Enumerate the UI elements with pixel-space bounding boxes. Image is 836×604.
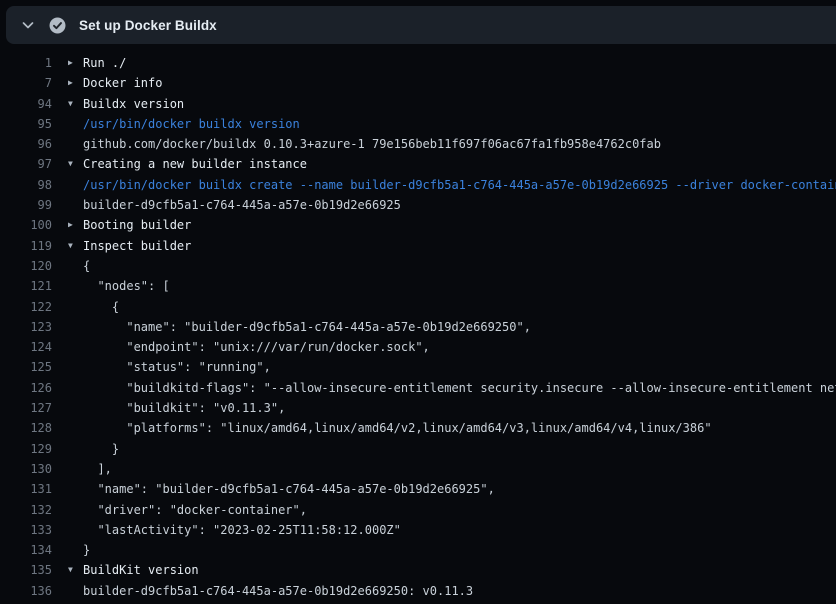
log-line: 130 ], [0, 459, 836, 479]
line-number[interactable]: 123 [0, 317, 52, 337]
line-number[interactable]: 122 [0, 297, 52, 317]
log-line: 125 "status": "running", [0, 357, 836, 377]
log-group-header[interactable]: 135 ▼ BuildKit version [0, 560, 836, 580]
log-line: 126 "buildkitd-flags": "--allow-insecure… [0, 378, 836, 398]
log-line-text: "lastActivity": "2023-02-25T11:58:12.000… [68, 520, 401, 540]
line-number[interactable]: 125 [0, 357, 52, 377]
log-line: 136 builder-d9cfb5a1-c764-445a-a57e-0b19… [0, 581, 836, 601]
log-line: 99 builder-d9cfb5a1-c764-445a-a57e-0b19d… [0, 195, 836, 215]
log-line-text: } [68, 439, 119, 459]
log-group-header[interactable]: 94 ▼ Buildx version [0, 94, 836, 114]
log-line-text: "driver": "docker-container", [68, 500, 307, 520]
line-number[interactable]: 130 [0, 459, 52, 479]
log-line: 129 } [0, 439, 836, 459]
log-line: 127 "buildkit": "v0.11.3", [0, 398, 836, 418]
log-line-text: Run ./ [83, 53, 126, 73]
log-line-text: { [68, 297, 119, 317]
log-line-text: /usr/bin/docker buildx version [68, 114, 300, 134]
line-number[interactable]: 133 [0, 520, 52, 540]
log-group-header[interactable]: 119 ▼ Inspect builder [0, 236, 836, 256]
line-number[interactable]: 128 [0, 418, 52, 438]
line-number[interactable]: 134 [0, 540, 52, 560]
line-number[interactable]: 96 [0, 134, 52, 154]
chevron-down-icon[interactable]: ▼ [68, 154, 83, 174]
chevron-down-icon[interactable]: ▼ [68, 236, 83, 256]
log-line-text: "buildkit": "v0.11.3", [68, 398, 285, 418]
log-line-text: "nodes": [ [68, 276, 170, 296]
log-line-text: github.com/docker/buildx 0.10.3+azure-1 … [68, 134, 661, 154]
line-number[interactable]: 94 [0, 94, 52, 114]
log-line-text: Creating a new builder instance [83, 154, 307, 174]
log-line-text: Inspect builder [83, 236, 191, 256]
log-line: 95 /usr/bin/docker buildx version [0, 114, 836, 134]
line-number[interactable]: 97 [0, 154, 52, 174]
chevron-right-icon[interactable]: ▶ [68, 73, 83, 93]
line-number[interactable]: 120 [0, 256, 52, 276]
check-circle-icon [49, 17, 66, 34]
log-line-text: Docker info [83, 73, 162, 93]
line-number[interactable]: 98 [0, 175, 52, 195]
log-line-text: "status": "running", [68, 357, 271, 377]
line-number[interactable]: 121 [0, 276, 52, 296]
line-number[interactable]: 124 [0, 337, 52, 357]
chevron-down-icon[interactable]: ▼ [68, 560, 83, 580]
log-line: 133 "lastActivity": "2023-02-25T11:58:12… [0, 520, 836, 540]
log-line-text: ], [68, 459, 112, 479]
line-number[interactable]: 95 [0, 114, 52, 134]
line-number[interactable]: 129 [0, 439, 52, 459]
log-line-text: "buildkitd-flags": "--allow-insecure-ent… [68, 378, 836, 398]
log-line-text: /usr/bin/docker buildx create --name bui… [68, 175, 836, 195]
chevron-right-icon[interactable]: ▶ [68, 53, 83, 73]
log-line: 128 "platforms": "linux/amd64,linux/amd6… [0, 418, 836, 438]
log-line: 123 "name": "builder-d9cfb5a1-c764-445a-… [0, 317, 836, 337]
line-number[interactable]: 127 [0, 398, 52, 418]
log-line: 124 "endpoint": "unix:///var/run/docker.… [0, 337, 836, 357]
line-number[interactable]: 1 [0, 53, 52, 73]
chevron-right-icon[interactable]: ▶ [68, 215, 83, 235]
log-line-text: { [68, 256, 90, 276]
step-title: Set up Docker Buildx [79, 18, 217, 33]
log-line-text: Booting builder [83, 215, 191, 235]
log-group-header[interactable]: 1 ▶ Run ./ [0, 53, 836, 73]
log-line: 131 "name": "builder-d9cfb5a1-c764-445a-… [0, 479, 836, 499]
log-line: 120 { [0, 256, 836, 276]
log-line: 122 { [0, 297, 836, 317]
log-line-text: } [68, 540, 90, 560]
line-number[interactable]: 119 [0, 236, 52, 256]
log-line: 132 "driver": "docker-container", [0, 500, 836, 520]
log-line: 98 /usr/bin/docker buildx create --name … [0, 175, 836, 195]
log-line-text: "endpoint": "unix:///var/run/docker.sock… [68, 337, 430, 357]
chevron-down-icon[interactable] [20, 17, 36, 33]
log-group-header[interactable]: 97 ▼ Creating a new builder instance [0, 154, 836, 174]
log-line-text: BuildKit version [83, 560, 199, 580]
log-line: 134 } [0, 540, 836, 560]
log-line-text: "name": "builder-d9cfb5a1-c764-445a-a57e… [68, 317, 531, 337]
log-line-text: builder-d9cfb5a1-c764-445a-a57e-0b19d2e6… [68, 581, 473, 601]
line-number[interactable]: 7 [0, 73, 52, 93]
line-number[interactable]: 126 [0, 378, 52, 398]
line-number[interactable]: 136 [0, 581, 52, 601]
line-number[interactable]: 132 [0, 500, 52, 520]
log-line: 121 "nodes": [ [0, 276, 836, 296]
log-line-text: "platforms": "linux/amd64,linux/amd64/v2… [68, 418, 712, 438]
log-group-header[interactable]: 7 ▶ Docker info [0, 73, 836, 93]
line-number[interactable]: 135 [0, 560, 52, 580]
log-line-text: Buildx version [83, 94, 184, 114]
log-body: 1 ▶ Run ./ 7 ▶ Docker info 94 ▼ Buildx v… [0, 44, 836, 604]
step-header[interactable]: Set up Docker Buildx [6, 6, 836, 44]
line-number[interactable]: 99 [0, 195, 52, 215]
line-number[interactable]: 100 [0, 215, 52, 235]
log-line-text: builder-d9cfb5a1-c764-445a-a57e-0b19d2e6… [68, 195, 401, 215]
line-number[interactable]: 131 [0, 479, 52, 499]
log-group-header[interactable]: 100 ▶ Booting builder [0, 215, 836, 235]
chevron-down-icon[interactable]: ▼ [68, 94, 83, 114]
log-line: 96 github.com/docker/buildx 0.10.3+azure… [0, 134, 836, 154]
log-line-text: "name": "builder-d9cfb5a1-c764-445a-a57e… [68, 479, 495, 499]
